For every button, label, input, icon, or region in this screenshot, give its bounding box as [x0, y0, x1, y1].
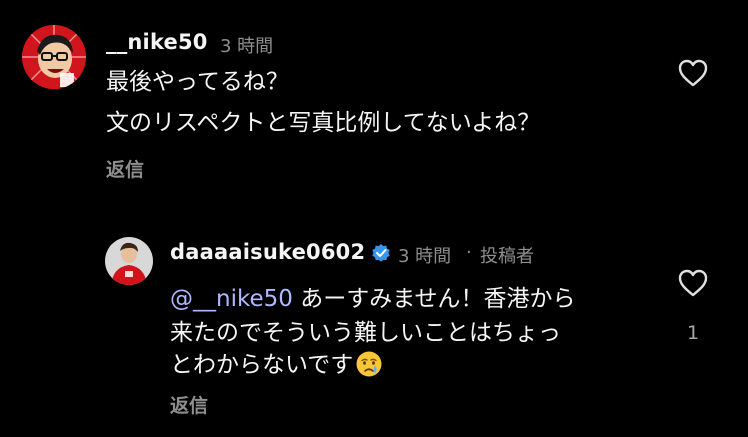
- reply-button[interactable]: 返信: [106, 155, 144, 182]
- comment-timestamp: 3 時間: [220, 36, 274, 57]
- like-heart-icon[interactable]: [677, 58, 709, 88]
- comment-username[interactable]: __nike50: [106, 30, 208, 54]
- mention-link[interactable]: @__nike50: [170, 286, 293, 312]
- reply-text-line-1: @__nike50 あーすみません！香港から: [170, 279, 576, 313]
- avatar-nike50[interactable]: [22, 25, 86, 89]
- author-badge: 投稿者: [480, 246, 534, 267]
- avatar-illustration: [22, 25, 86, 89]
- comment-thread: __nike50 3 時間 最後やってるね？ 文のリスペクトと写真比例してないよ…: [0, 0, 748, 437]
- verified-badge-icon: [371, 243, 391, 263]
- reply-text-line-2: 来たのでそういう難しいことはちょっ: [170, 320, 561, 346]
- reply-text: あーすみません！香港から: [292, 286, 576, 312]
- reply-username[interactable]: daaaaisuke0602: [170, 240, 365, 264]
- reply-text: とわからないです: [170, 352, 354, 378]
- crying-face-emoji: [355, 350, 383, 378]
- like-count[interactable]: 1: [687, 322, 699, 344]
- comment-text-line: 最後やってるね？: [106, 69, 289, 95]
- avatar-photo: [105, 237, 153, 285]
- avatar-daaaaisuke0602[interactable]: [105, 237, 153, 285]
- reply-text-line-3: とわからないです: [170, 345, 383, 379]
- separator-dot: ·: [466, 242, 472, 263]
- comment-text-line: 文のリスペクトと写真比例してないよね？: [106, 110, 541, 136]
- like-heart-icon[interactable]: [677, 268, 709, 298]
- reply-button[interactable]: 返信: [170, 391, 208, 418]
- reply-timestamp: 3 時間: [398, 246, 452, 267]
